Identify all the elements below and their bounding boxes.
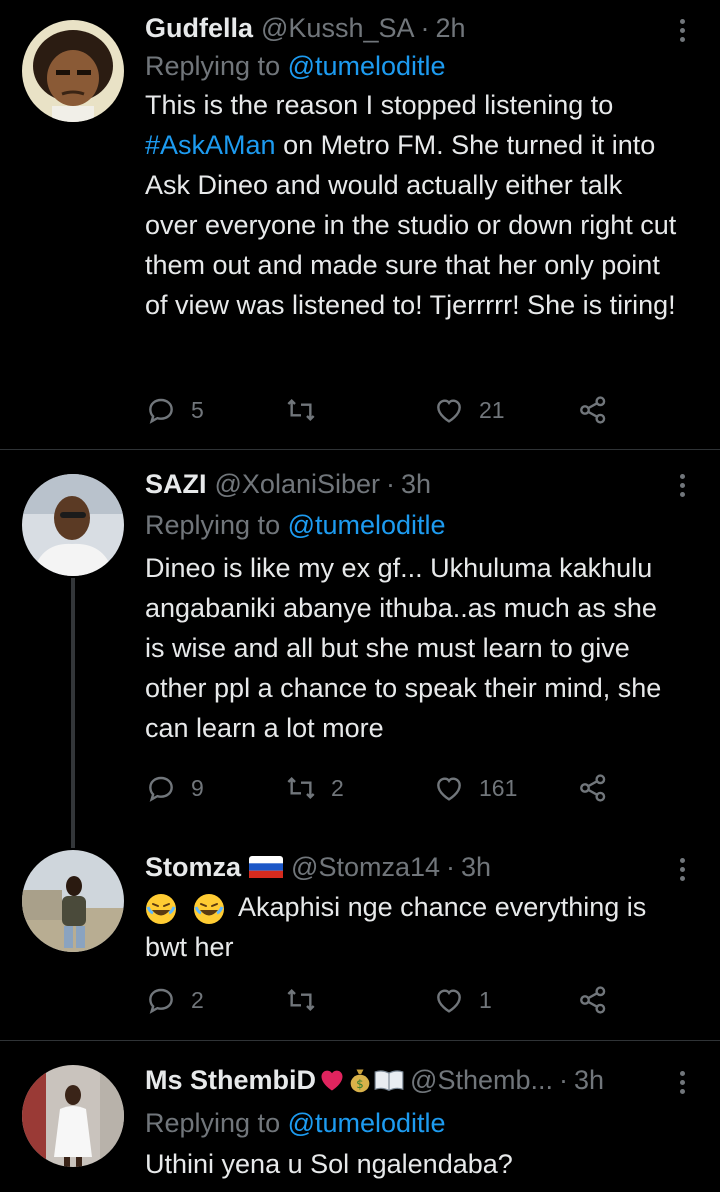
share-icon <box>580 986 606 1014</box>
laughing-emoji-icon <box>193 893 224 924</box>
tweet-text: Dineo is like my ex gf... Ukhuluma kakhu… <box>145 553 662 743</box>
tweet-text-start: This is the reason I stopped listening t… <box>145 90 614 120</box>
retweet-button[interactable] <box>285 394 331 426</box>
timestamp[interactable]: 3h <box>574 1062 604 1098</box>
tweet-text: This is the reason I stopped listening t… <box>145 85 680 325</box>
like-count: 1 <box>479 986 492 1013</box>
replying-to-label: Replying to <box>145 1108 288 1138</box>
like-count: 21 <box>479 396 505 423</box>
handle[interactable]: @Kussh_SA <box>261 10 414 46</box>
more-options-icon[interactable] <box>672 1067 692 1097</box>
reply-button[interactable]: 5 <box>145 394 204 426</box>
retweet-button[interactable]: 2 <box>285 772 344 804</box>
retweet-count: 2 <box>331 774 344 801</box>
replying-to-label: Replying to <box>145 51 288 81</box>
heart-icon <box>437 989 461 1013</box>
replying-to: Replying to @tumeloditle <box>145 506 680 544</box>
display-name[interactable]: Stomza <box>145 849 241 885</box>
like-count: 161 <box>479 774 518 801</box>
money-bag-icon: $ <box>350 1069 370 1093</box>
mention-link[interactable]: @tumeloditle <box>288 510 446 540</box>
reply-icon <box>149 988 173 1014</box>
handle[interactable]: @Sthemb... <box>410 1062 553 1098</box>
share-icon <box>580 774 606 802</box>
retweet-button[interactable] <box>285 984 331 1016</box>
reply-icon <box>149 398 173 424</box>
timestamp[interactable]: 3h <box>461 849 491 885</box>
replying-to-label: Replying to <box>145 510 288 540</box>
separator: · <box>446 852 456 882</box>
timestamp[interactable]: 2h <box>436 10 466 46</box>
hashtag-link[interactable]: #AskAMan <box>145 130 276 160</box>
russia-flag-icon <box>249 856 284 878</box>
like-button[interactable]: 161 <box>433 772 517 804</box>
avatar[interactable] <box>22 20 124 122</box>
heart-icon <box>437 399 461 423</box>
avatar[interactable] <box>22 850 124 952</box>
open-book-icon <box>374 1070 404 1092</box>
divider <box>0 449 720 450</box>
heart-icon <box>437 777 461 801</box>
separator: · <box>386 469 396 499</box>
display-name[interactable]: SAZI <box>145 466 207 502</box>
handle[interactable]: @XolaniSiber <box>215 466 381 502</box>
mention-link[interactable]: @tumeloditle <box>288 1108 446 1138</box>
like-button[interactable]: 1 <box>433 984 492 1016</box>
divider <box>0 1040 720 1041</box>
separator: · <box>559 1065 568 1095</box>
avatar[interactable] <box>22 474 124 576</box>
reply-button[interactable]: 2 <box>145 984 204 1016</box>
replying-to: Replying to @tumeloditle <box>145 1104 660 1142</box>
tweet-text: Uthini yena u Sol ngalendaba? <box>145 1149 513 1179</box>
timestamp[interactable]: 3h <box>401 466 431 502</box>
thread-line <box>71 578 75 848</box>
reply-count: 9 <box>191 774 204 801</box>
laughing-emoji-icon <box>146 893 176 924</box>
like-button[interactable]: 21 <box>433 394 505 426</box>
reply-icon <box>149 776 173 802</box>
tweet-text: Akaphisi nge chance everything is bwt he… <box>145 887 680 967</box>
retweet-icon <box>287 776 315 800</box>
mention-link[interactable]: @tumeloditle <box>288 51 446 81</box>
separator: · <box>420 13 430 43</box>
red-heart-icon <box>321 1070 343 1091</box>
share-icon <box>580 396 606 424</box>
share-button[interactable] <box>577 772 609 804</box>
reply-button[interactable]: 9 <box>145 772 204 804</box>
display-name[interactable]: Ms SthembiD <box>145 1062 316 1098</box>
display-name[interactable]: Gudfella <box>145 10 253 46</box>
share-button[interactable] <box>577 394 609 426</box>
retweet-icon <box>287 988 315 1012</box>
replying-to: Replying to @tumeloditle <box>145 47 680 85</box>
share-button[interactable] <box>577 984 609 1016</box>
reply-count: 2 <box>191 986 204 1013</box>
handle[interactable]: @Stomza14 <box>291 849 440 885</box>
svg-text:$: $ <box>356 1077 363 1091</box>
retweet-icon <box>287 398 315 422</box>
avatar[interactable] <box>22 1065 124 1167</box>
reply-count: 5 <box>191 396 204 423</box>
